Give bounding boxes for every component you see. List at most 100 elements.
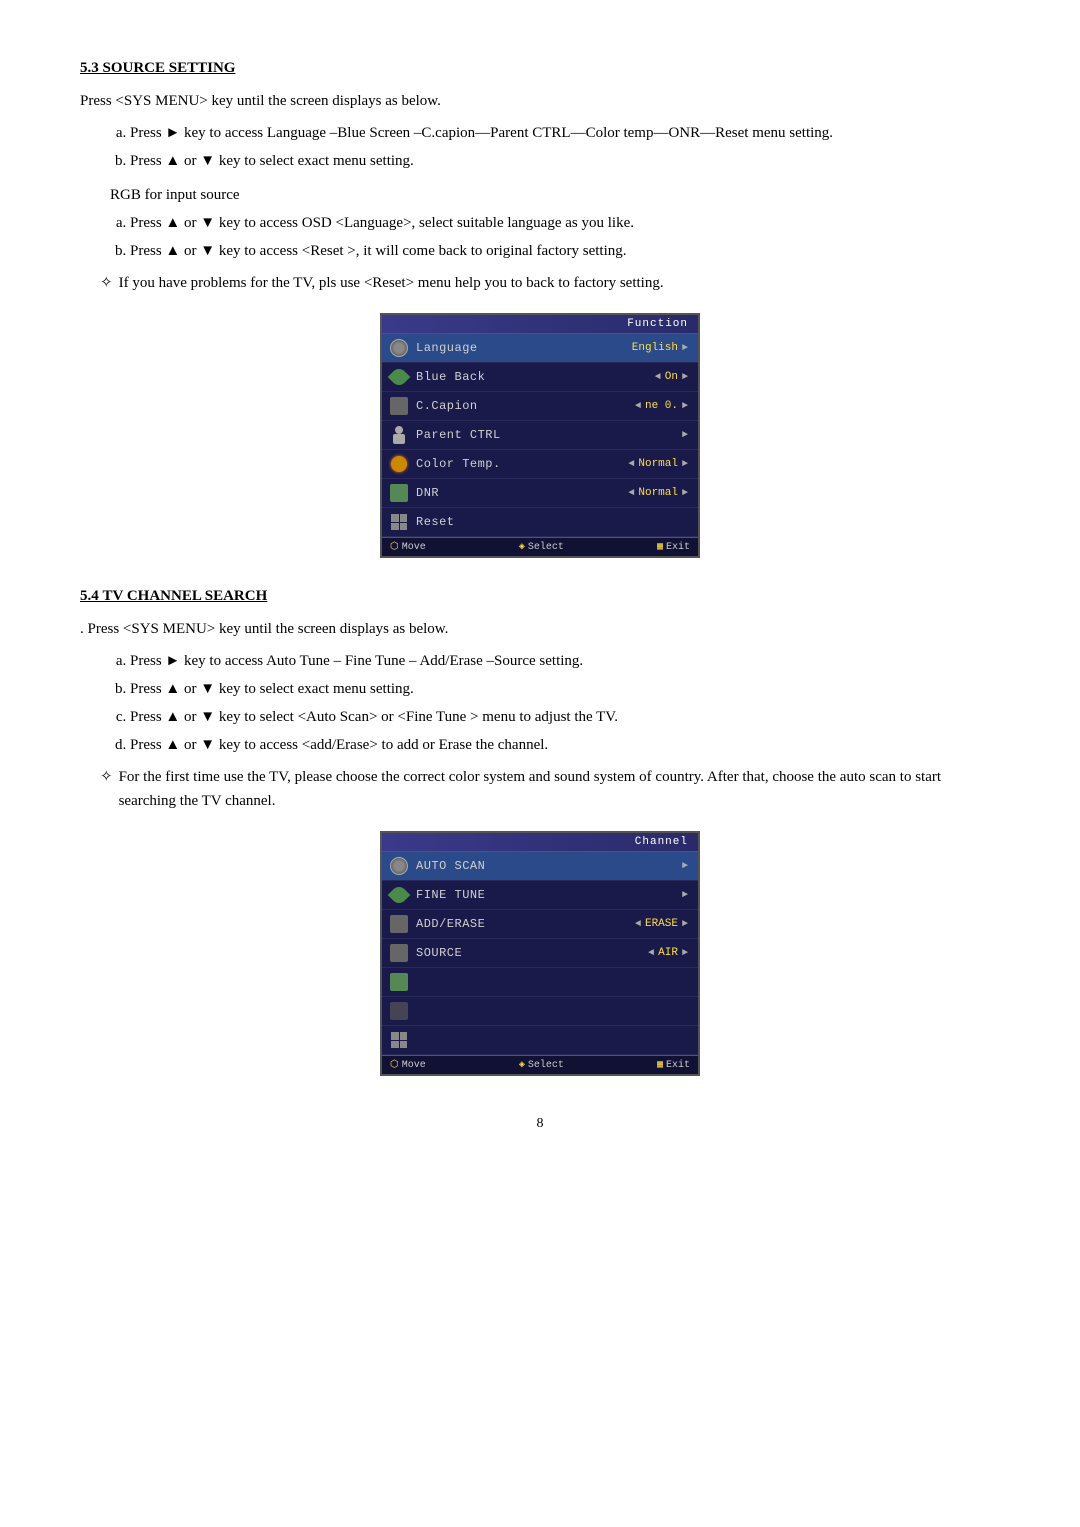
cc-icon (390, 397, 408, 415)
menu-icon-blueback (386, 366, 412, 388)
menu-label-dnr: DNR (412, 486, 594, 500)
sun-icon (391, 456, 407, 472)
list-item: Press ▲ or ▼ key to select exact menu se… (130, 677, 1000, 701)
menu-row-language: Language English (382, 334, 698, 363)
menu-value-colortemp: ◄ Normal ► (594, 458, 694, 470)
menu-row-autoscan: AUTO SCAN ► (382, 852, 698, 881)
section-53-heading: SOURCE SETTING (103, 60, 236, 76)
menu-label-adderase: ADD/ERASE (412, 917, 594, 931)
menu-label-blueback: Blue Back (412, 370, 594, 384)
right-arrow-icon: ► (682, 430, 688, 441)
left-arrow-icon: ◄ (655, 372, 661, 383)
section-53-title: 5.3 SOURCE SETTING (80, 60, 1000, 77)
section-source-setting: 5.3 SOURCE SETTING Press <SYS MENU> key … (80, 60, 1000, 558)
section-54-heading: TV CHANNEL SEARCH (103, 588, 268, 604)
menu-label-colortemp: Color Temp. (412, 457, 594, 471)
right-arrow-icon (682, 343, 688, 354)
menu-value-adderase: ◄ ERASE ► (594, 918, 694, 930)
section-53-list-b: Press ▲ or ▼ key to access OSD <Language… (130, 211, 1000, 263)
exit-icon: ▦ (657, 1059, 663, 1071)
section-54-list-a: Press ► key to access Auto Tune – Fine T… (130, 649, 1000, 757)
section-54-number: 5.4 (80, 588, 99, 604)
menu-icon-ccapion (386, 395, 412, 417)
source-icon (390, 944, 408, 962)
left-arrow-icon: ◄ (628, 488, 634, 499)
diamond-note-54: ✧ For the first time use the TV, please … (100, 765, 1000, 813)
section-54-intro: . Press <SYS MENU> key until the screen … (80, 617, 1000, 641)
leaf-icon (388, 884, 411, 907)
right-arrow-icon: ► (682, 948, 688, 959)
menu-label-language: Language (412, 341, 594, 355)
menu-icon-empty2 (386, 1000, 412, 1022)
menu-value-source: ◄ AIR ► (594, 947, 694, 959)
list-item: Press ▲ or ▼ key to access <Reset >, it … (130, 239, 1000, 263)
footer-exit: ▦ Exit (657, 541, 690, 553)
menu-value-parentctrl: ► (594, 430, 694, 441)
menu-row-parentctrl: Parent CTRL ► (382, 421, 698, 450)
footer-exit: ▦ Exit (657, 1059, 690, 1071)
menu-label-autoscan: AUTO SCAN (412, 859, 594, 873)
channel-menu-header: Channel (382, 833, 698, 852)
right-arrow-icon: ► (682, 401, 688, 412)
menu-label-source: SOURCE (412, 946, 594, 960)
menu-row-empty3 (382, 1026, 698, 1055)
diamond-note-53: ✧ If you have problems for the TV, pls u… (100, 271, 1000, 295)
footer-move: ⬡ Move (390, 541, 426, 553)
exit-icon: ▦ (657, 541, 663, 553)
menu-row-colortemp: Color Temp. ◄ Normal ► (382, 450, 698, 479)
menu-row-empty1 (382, 968, 698, 997)
menu-icon-source (386, 942, 412, 964)
adderase-icon (390, 915, 408, 933)
menu-icon-colortemp (386, 453, 412, 475)
menu-row-blueback: Blue Back ◄ On ► (382, 363, 698, 392)
menu-label-reset: Reset (412, 515, 594, 529)
channel-menu-footer: ⬡ Move ◈ Select ▦ Exit (382, 1055, 698, 1074)
menu-row-ccapion: C.Capion ◄ ne 0. ► (382, 392, 698, 421)
right-arrow-icon: ► (682, 890, 688, 901)
right-arrow-icon: ► (682, 919, 688, 930)
menu-value-ccapion: ◄ ne 0. ► (594, 400, 694, 412)
list-item: Press ► key to access Auto Tune – Fine T… (130, 649, 1000, 673)
footer-select: ◈ Select (519, 541, 564, 553)
menu-row-finetune: FINE TUNE ► (382, 881, 698, 910)
function-menu-container: Function Language English Blue B (80, 313, 1000, 558)
menu-icon-finetune (386, 884, 412, 906)
leaf-icon (388, 366, 411, 389)
channel-menu: Channel AUTO SCAN ► FINE TUNE ► (380, 831, 700, 1076)
menu-icon-language (386, 337, 412, 359)
right-arrow-icon: ► (682, 861, 688, 872)
page-number: 8 (80, 1116, 1000, 1132)
menu-value-autoscan: ► (594, 861, 694, 872)
section-tv-channel: 5.4 TV CHANNEL SEARCH . Press <SYS MENU>… (80, 588, 1000, 1076)
menu-value-finetune: ► (594, 890, 694, 901)
select-arrow-icon: ◈ (519, 1059, 525, 1071)
menu-icon-empty3 (386, 1029, 412, 1051)
rgb-label: RGB for input source (110, 183, 1000, 207)
select-arrow-icon: ◈ (519, 541, 525, 553)
diamond-icon: ✧ (100, 271, 113, 295)
diamond-icon: ✧ (100, 765, 113, 813)
left-arrow-icon: ◄ (635, 401, 641, 412)
grid-icon (391, 514, 407, 530)
list-item: Press ▲ or ▼ key to select exact menu se… (130, 149, 1000, 173)
move-arrow-icon: ⬡ (390, 1059, 399, 1071)
menu-row-empty2 (382, 997, 698, 1026)
globe-icon (390, 857, 408, 875)
menu-value-blueback: ◄ On ► (594, 371, 694, 383)
left-arrow-icon: ◄ (628, 459, 634, 470)
list-item: Press ▲ or ▼ key to access OSD <Language… (130, 211, 1000, 235)
section-54-title: 5.4 TV CHANNEL SEARCH (80, 588, 1000, 605)
menu-row-reset: Reset (382, 508, 698, 537)
dnr-icon (390, 484, 408, 502)
section-53-intro: Press <SYS MENU> key until the screen di… (80, 89, 1000, 113)
list-item: Press ▲ or ▼ key to select <Auto Scan> o… (130, 705, 1000, 729)
menu-icon-autoscan (386, 855, 412, 877)
menu-row-adderase: ADD/ERASE ◄ ERASE ► (382, 910, 698, 939)
section-53-number: 5.3 (80, 60, 99, 76)
menu-icon-dnr (386, 482, 412, 504)
left-arrow-icon: ◄ (635, 919, 641, 930)
channel-menu-container: Channel AUTO SCAN ► FINE TUNE ► (80, 831, 1000, 1076)
menu-row-dnr: DNR ◄ Normal ► (382, 479, 698, 508)
list-item: Press ▲ or ▼ key to access <add/Erase> t… (130, 733, 1000, 757)
menu-label-ccapion: C.Capion (412, 399, 594, 413)
